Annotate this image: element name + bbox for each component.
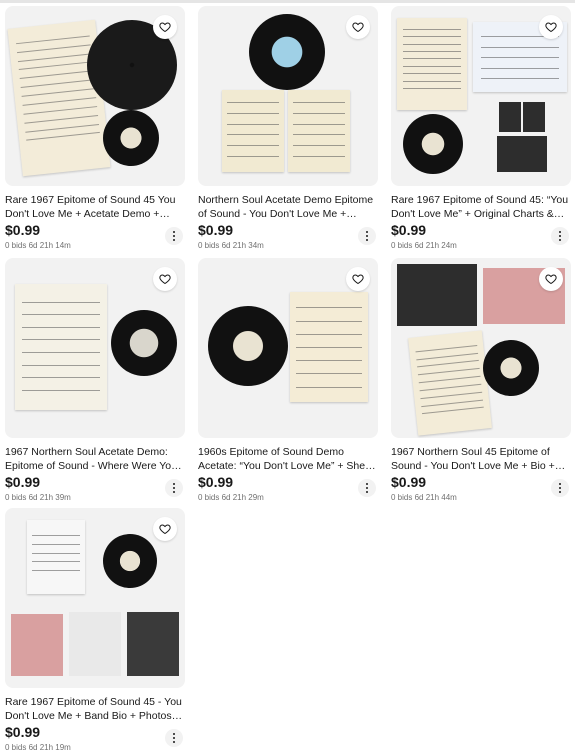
more-options-icon[interactable] — [165, 479, 183, 497]
listing-title[interactable]: Rare 1967 Epitome of Sound 45 You Don't … — [5, 194, 183, 221]
listing-title[interactable]: Rare 1967 Epitome of Sound 45 - You Don'… — [5, 696, 183, 723]
listing-meta: 0 bids 6d 21h 44m — [391, 492, 571, 503]
time-left: 6d 21h 14m — [28, 241, 71, 250]
listing-card[interactable]: Northern Soul Acetate Demo Epitome of So… — [198, 6, 378, 251]
time-left: 6d 21h 34m — [221, 241, 264, 250]
time-left: 6d 21h 29m — [221, 493, 264, 502]
listing-title[interactable]: 1967 Northern Soul Acetate Demo: Epitome… — [5, 446, 183, 473]
bid-count: 0 bids — [5, 493, 27, 502]
listing-title[interactable]: Northern Soul Acetate Demo Epitome of So… — [198, 194, 376, 221]
listing-card[interactable]: 1967 Northern Soul Acetate Demo: Epitome… — [5, 258, 185, 503]
heart-icon[interactable] — [153, 267, 177, 291]
time-left: 6d 21h 19m — [28, 743, 71, 752]
listing-image[interactable] — [5, 508, 185, 688]
listing-card[interactable]: 1960s Epitome of Sound Demo Acetate: “Yo… — [198, 258, 378, 503]
listing-card[interactable]: Rare 1967 Epitome of Sound 45 - You Don'… — [5, 508, 185, 753]
listing-title[interactable]: 1960s Epitome of Sound Demo Acetate: “Yo… — [198, 446, 376, 473]
band-photo — [11, 614, 63, 676]
band-photo — [497, 136, 547, 172]
listing-price: $0.99 — [5, 222, 41, 238]
time-left: 6d 21h 24m — [414, 241, 457, 250]
vinyl-record — [483, 340, 539, 396]
listing-meta: 0 bids 6d 21h 34m — [198, 240, 378, 251]
sheet-music-photo — [288, 90, 350, 172]
listing-image[interactable] — [198, 258, 378, 438]
listing-image[interactable] — [5, 6, 185, 186]
bio-document-photo — [408, 330, 492, 436]
sheet-music-photo — [222, 90, 284, 172]
listing-price: $0.99 — [391, 222, 427, 238]
listing-image[interactable] — [198, 6, 378, 186]
listing-meta: 0 bids 6d 21h 19m — [5, 742, 185, 753]
listing-title[interactable]: 1967 Northern Soul 45 Epitome of Sound -… — [391, 446, 569, 473]
vinyl-record — [103, 534, 157, 588]
chart-document-photo — [397, 18, 467, 110]
bid-count: 0 bids — [198, 241, 220, 250]
more-options-icon[interactable] — [165, 729, 183, 747]
acetate-record — [111, 310, 177, 376]
listing-meta: 0 bids 6d 21h 14m — [5, 240, 185, 251]
vinyl-record — [103, 110, 159, 166]
listing-image[interactable] — [391, 258, 571, 438]
heart-icon[interactable] — [153, 15, 177, 39]
more-options-icon[interactable] — [358, 227, 376, 245]
more-options-icon[interactable] — [551, 479, 569, 497]
listing-card[interactable]: Rare 1967 Epitome of Sound 45 You Don't … — [5, 6, 185, 251]
heart-icon[interactable] — [346, 15, 370, 39]
listing-price: $0.99 — [391, 474, 427, 490]
time-left: 6d 21h 39m — [28, 493, 71, 502]
sheet-music-photo — [15, 284, 107, 410]
listing-card[interactable]: 1967 Northern Soul 45 Epitome of Sound -… — [391, 258, 571, 503]
band-photo — [127, 612, 179, 676]
bid-count: 0 bids — [391, 493, 413, 502]
more-options-icon[interactable] — [551, 227, 569, 245]
band-photo — [69, 612, 121, 676]
bid-count: 0 bids — [5, 743, 27, 752]
band-photo — [499, 102, 521, 132]
more-options-icon[interactable] — [358, 479, 376, 497]
bid-count: 0 bids — [198, 493, 220, 502]
acetate-record — [208, 306, 288, 386]
time-left: 6d 21h 44m — [414, 493, 457, 502]
listing-card[interactable]: Rare 1967 Epitome of Sound 45: “You Don'… — [391, 6, 571, 251]
more-options-icon[interactable] — [165, 227, 183, 245]
acetate-record — [249, 14, 325, 90]
bio-document-photo — [27, 520, 85, 594]
band-photo — [397, 264, 477, 326]
listing-image[interactable] — [5, 258, 185, 438]
listing-meta: 0 bids 6d 21h 29m — [198, 492, 378, 503]
band-photo — [523, 102, 545, 132]
heart-icon[interactable] — [153, 517, 177, 541]
listing-meta: 0 bids 6d 21h 39m — [5, 492, 185, 503]
heart-icon[interactable] — [539, 15, 563, 39]
heart-icon[interactable] — [539, 267, 563, 291]
bid-count: 0 bids — [391, 241, 413, 250]
top-divider — [0, 0, 575, 3]
bid-count: 0 bids — [5, 241, 27, 250]
listing-meta: 0 bids 6d 21h 24m — [391, 240, 571, 251]
heart-icon[interactable] — [346, 267, 370, 291]
listing-price: $0.99 — [198, 222, 234, 238]
vinyl-record — [403, 114, 463, 174]
listing-price: $0.99 — [5, 724, 41, 740]
listing-price: $0.99 — [5, 474, 41, 490]
listing-price: $0.99 — [198, 474, 234, 490]
sheet-music-photo — [290, 292, 368, 402]
listing-image[interactable] — [391, 6, 571, 186]
listing-title[interactable]: Rare 1967 Epitome of Sound 45: “You Don'… — [391, 194, 569, 221]
